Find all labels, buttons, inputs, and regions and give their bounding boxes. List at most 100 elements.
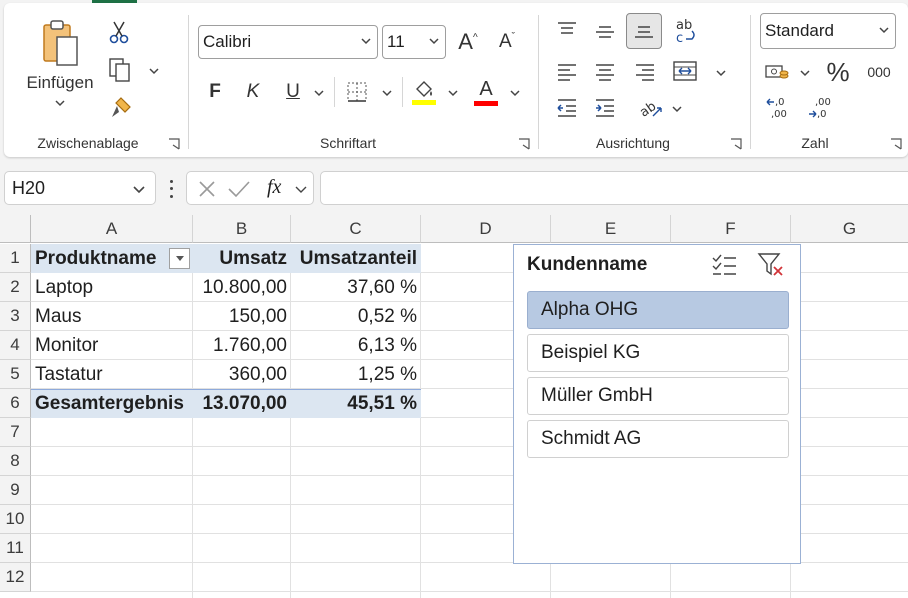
select-all-corner[interactable] [0, 215, 31, 243]
insert-function-button[interactable]: fx [267, 176, 281, 199]
increase-font-size-button[interactable]: A^ [452, 27, 484, 57]
pivot-row-label[interactable]: Tastatur [31, 360, 193, 389]
chevron-down-icon[interactable] [716, 69, 726, 77]
orientation-button[interactable]: ab c [668, 15, 702, 47]
row-header[interactable]: 6 [0, 389, 31, 418]
row-header[interactable]: 12 [0, 563, 31, 592]
pivot-header-label: Umsatz [219, 247, 287, 269]
pivot-value-cell[interactable]: 360,00 [193, 360, 291, 389]
decrease-indent-button[interactable] [552, 93, 582, 123]
pivot-value-cell[interactable]: 1,25 % [291, 360, 421, 389]
pivot-header-cell[interactable]: Umsatzanteil [291, 244, 421, 273]
row-header[interactable]: 3 [0, 302, 31, 331]
row-header[interactable]: 4 [0, 331, 31, 360]
row-header[interactable]: 1 [0, 244, 31, 273]
chevron-down-icon[interactable] [672, 105, 682, 113]
percent-style-button[interactable]: % [822, 57, 854, 87]
chevron-down-icon[interactable] [510, 89, 520, 97]
chevron-down-icon[interactable] [314, 89, 324, 97]
more-options-icon[interactable] [166, 178, 176, 200]
align-middle-button[interactable] [590, 17, 620, 47]
pivot-row-label[interactable]: Laptop [31, 273, 193, 302]
row-header[interactable]: 9 [0, 476, 31, 505]
pivot-row-label[interactable]: Maus [31, 302, 193, 331]
align-top-button[interactable] [552, 15, 582, 45]
enter-checkmark-icon[interactable] [227, 179, 251, 199]
formula-input[interactable] [320, 171, 908, 205]
column-header[interactable]: D [421, 215, 551, 243]
cancel-icon[interactable] [197, 179, 217, 199]
cell-value: 150,00 [228, 305, 287, 327]
pivot-value-cell[interactable]: 150,00 [193, 302, 291, 331]
copy-button[interactable] [106, 55, 134, 85]
slicer-item[interactable]: Alpha OHG [527, 291, 789, 329]
chevron-down-icon[interactable] [295, 185, 307, 194]
dialog-launcher-icon[interactable] [518, 138, 530, 150]
column-header[interactable]: G [791, 215, 908, 243]
row-header[interactable]: 8 [0, 447, 31, 476]
column-header[interactable]: F [671, 215, 791, 243]
dialog-launcher-icon[interactable] [730, 138, 742, 150]
column-header[interactable]: B [193, 215, 291, 243]
text-orientation-button[interactable]: ab [634, 93, 666, 123]
bold-button[interactable]: F [200, 77, 230, 107]
pivot-row-label[interactable]: Monitor [31, 331, 193, 360]
merge-center-button[interactable] [668, 55, 702, 87]
font-color-button[interactable]: A [470, 75, 502, 109]
chevron-down-icon[interactable] [448, 89, 458, 97]
align-center-button[interactable] [590, 57, 620, 87]
dialog-launcher-icon[interactable] [890, 138, 902, 150]
copy-dropdown-button[interactable] [146, 61, 162, 81]
row-header[interactable]: 5 [0, 360, 31, 389]
increase-decimal-button[interactable]: ,0 ,00 [762, 93, 794, 123]
pivot-value-cell[interactable]: 10.800,00 [193, 273, 291, 302]
borders-button[interactable] [342, 77, 372, 107]
thousands-separator-button[interactable]: 000 [862, 57, 896, 87]
pivot-header-cell[interactable]: Umsatz [193, 244, 291, 273]
column-header[interactable]: C [291, 215, 421, 243]
align-left-button[interactable] [552, 57, 582, 87]
column-header[interactable]: E [551, 215, 671, 243]
cell-value: 360,00 [228, 363, 287, 385]
decrease-decimal-button[interactable]: ,00 ,0 [804, 93, 836, 123]
row-header[interactable]: 2 [0, 273, 31, 302]
cell-value: 1,25 % [357, 363, 417, 385]
slicer-item[interactable]: Schmidt AG [527, 420, 789, 458]
paste-button[interactable]: Einfügen [24, 17, 96, 117]
pivot-value-cell[interactable]: 6,13 % [291, 331, 421, 360]
font-size-select[interactable]: 11 [382, 25, 446, 59]
filter-dropdown-button[interactable] [169, 248, 190, 269]
name-box[interactable]: H20 [4, 171, 156, 205]
decrease-font-size-button[interactable]: Aˇ [492, 27, 522, 57]
pivot-grand-total-value[interactable]: 45,51 % [291, 389, 421, 418]
cut-button[interactable] [106, 18, 132, 46]
row-header[interactable]: 10 [0, 505, 31, 534]
format-painter-button[interactable] [106, 93, 136, 123]
accounting-format-button[interactable] [762, 57, 792, 87]
slicer-item[interactable]: Müller GmbH [527, 377, 789, 415]
row-header[interactable]: 11 [0, 534, 31, 563]
underline-button[interactable]: U [278, 77, 308, 107]
column-header[interactable]: A [31, 215, 193, 243]
increase-indent-button[interactable] [590, 93, 620, 123]
pivot-grand-total-value[interactable]: 13.070,00 [193, 389, 291, 418]
align-right-button[interactable] [630, 57, 660, 87]
italic-button[interactable]: K [238, 77, 268, 107]
multi-select-icon[interactable] [712, 253, 738, 277]
font-name-select[interactable]: Calibri [198, 25, 378, 59]
slicer-item[interactable]: Beispiel KG [527, 334, 789, 372]
fill-color-button[interactable] [408, 75, 440, 109]
slicer-panel[interactable]: Kundenname Alpha OHG Beispiel KG Müller … [513, 244, 801, 564]
row-header[interactable]: 7 [0, 418, 31, 447]
align-left-icon [558, 64, 576, 81]
align-bottom-button[interactable] [626, 13, 662, 49]
clear-filter-icon[interactable] [757, 252, 785, 278]
number-format-select[interactable]: Standard [760, 13, 896, 49]
chevron-down-icon[interactable] [382, 89, 392, 97]
dialog-launcher-icon[interactable] [168, 138, 180, 150]
pivot-value-cell[interactable]: 1.760,00 [193, 331, 291, 360]
pivot-value-cell[interactable]: 0,52 % [291, 302, 421, 331]
pivot-value-cell[interactable]: 37,60 % [291, 273, 421, 302]
chevron-down-icon[interactable] [800, 69, 810, 77]
pivot-grand-total-label[interactable]: Gesamtergebnis [31, 389, 193, 418]
